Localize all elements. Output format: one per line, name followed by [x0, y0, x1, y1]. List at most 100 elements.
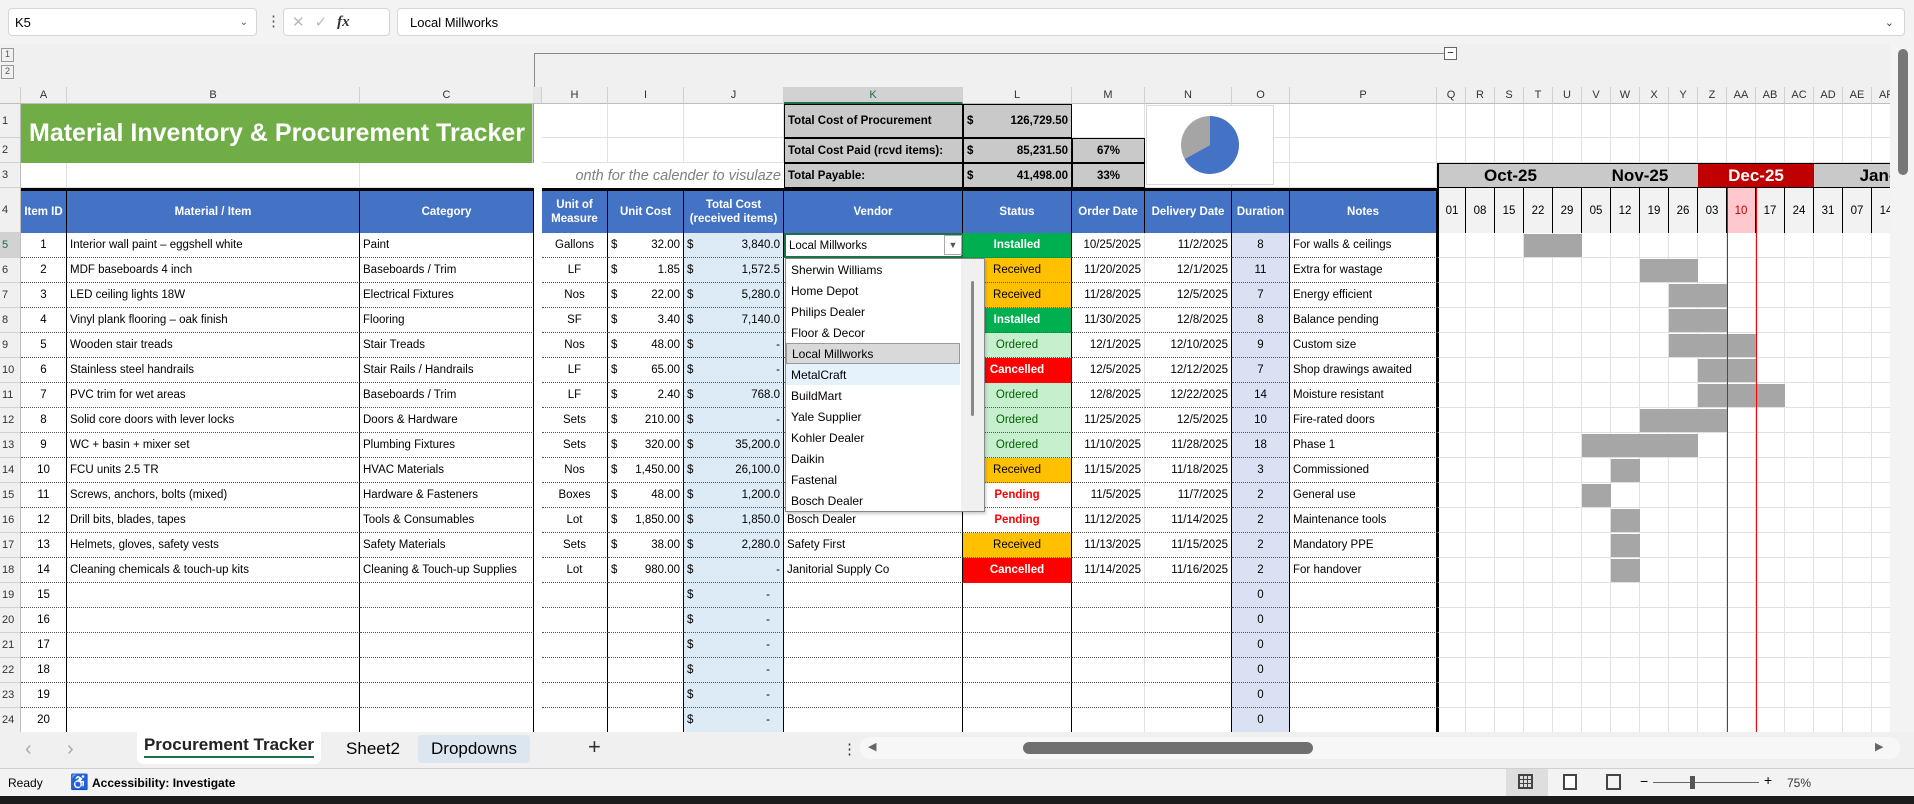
- empty-cell[interactable]: [1072, 633, 1145, 658]
- collapse-group-button[interactable]: −: [1444, 47, 1457, 60]
- gantt-cell[interactable]: [1669, 458, 1698, 483]
- uom-cell[interactable]: Lot: [542, 508, 608, 533]
- delivery-date-cell[interactable]: 12/8/2025: [1145, 308, 1232, 333]
- order-date-cell[interactable]: 12/8/2025: [1072, 383, 1145, 408]
- gantt-cell[interactable]: [1553, 408, 1582, 433]
- header-notes[interactable]: Notes: [1290, 188, 1437, 233]
- gantt-cell[interactable]: [1669, 483, 1698, 508]
- gantt-cell[interactable]: [1814, 533, 1843, 558]
- gantt-cell[interactable]: [1524, 258, 1553, 283]
- header-order-date[interactable]: Order Date: [1072, 188, 1145, 233]
- total-cost-cell[interactable]: $ -: [684, 608, 784, 633]
- grid-cell[interactable]: [1524, 104, 1553, 138]
- gantt-cell[interactable]: [1466, 383, 1495, 408]
- gantt-cell[interactable]: [1495, 258, 1524, 283]
- grid-cell[interactable]: [1437, 138, 1466, 163]
- column-header-q[interactable]: Q: [1437, 87, 1466, 104]
- empty-cell[interactable]: [67, 583, 360, 608]
- gantt-cell[interactable]: [1582, 633, 1611, 658]
- empty-cell[interactable]: [1290, 633, 1437, 658]
- total-cost-cell[interactable]: $1,850.0: [684, 508, 784, 533]
- row-header[interactable]: 8: [0, 308, 21, 333]
- gantt-cell[interactable]: [1727, 533, 1756, 558]
- gantt-cell[interactable]: [1698, 258, 1727, 283]
- gantt-cell[interactable]: [1495, 558, 1524, 583]
- duration-cell[interactable]: 0: [1232, 683, 1290, 708]
- unit-cost-cell[interactable]: $1,850.00: [608, 508, 684, 533]
- empty-cell[interactable]: [963, 658, 1072, 683]
- category-cell[interactable]: Tools & Consumables: [360, 508, 534, 533]
- unit-cost-cell[interactable]: $980.00: [608, 558, 684, 583]
- gantt-cell[interactable]: [1466, 308, 1495, 333]
- item-id[interactable]: 14: [21, 558, 67, 583]
- name-box[interactable]: K5 ⌄: [8, 8, 257, 36]
- category-cell[interactable]: Flooring: [360, 308, 534, 333]
- row-header[interactable]: 23: [0, 683, 21, 708]
- delivery-date-cell[interactable]: 11/14/2025: [1145, 508, 1232, 533]
- gantt-cell[interactable]: [1466, 458, 1495, 483]
- gantt-cell[interactable]: [1553, 433, 1582, 458]
- gantt-cell[interactable]: [1437, 533, 1466, 558]
- vendor-option[interactable]: BuildMart: [786, 385, 960, 406]
- formula-input[interactable]: Local Millworks ⌄: [397, 8, 1905, 36]
- empty-cell[interactable]: [67, 658, 360, 683]
- row-header[interactable]: 20: [0, 608, 21, 633]
- gantt-cell[interactable]: [1669, 683, 1698, 708]
- gantt-cell[interactable]: [1814, 383, 1843, 408]
- gantt-cell[interactable]: [1669, 608, 1698, 633]
- gantt-cell[interactable]: [1698, 583, 1727, 608]
- gantt-cell[interactable]: [1524, 658, 1553, 683]
- gantt-cell[interactable]: [1727, 258, 1756, 283]
- unit-cost-cell[interactable]: $22.00: [608, 283, 684, 308]
- unit-cost-cell[interactable]: $48.00: [608, 333, 684, 358]
- column-header-u[interactable]: U: [1553, 87, 1582, 104]
- horizontal-scrollbar[interactable]: ◀ ▶: [860, 737, 1900, 759]
- gantt-cell[interactable]: [1553, 358, 1582, 383]
- gantt-cell[interactable]: [1843, 658, 1872, 683]
- gantt-cell[interactable]: [1785, 233, 1814, 258]
- empty-cell[interactable]: [67, 708, 360, 732]
- grid-cell[interactable]: [1582, 104, 1611, 138]
- delivery-date-cell[interactable]: 12/22/2025: [1145, 383, 1232, 408]
- column-header-ac[interactable]: AC: [1785, 87, 1814, 104]
- grid-cell[interactable]: [1640, 138, 1669, 163]
- gantt-cell[interactable]: [1814, 658, 1843, 683]
- material-cell[interactable]: Screws, anchors, bolts (mixed): [67, 483, 360, 508]
- uom-cell[interactable]: Nos: [542, 333, 608, 358]
- row-header[interactable]: 3: [0, 163, 21, 188]
- gantt-cell[interactable]: [1698, 608, 1727, 633]
- empty-cell[interactable]: [1290, 658, 1437, 683]
- gantt-cell[interactable]: [1756, 658, 1785, 683]
- category-cell[interactable]: Plumbing Fixtures: [360, 433, 534, 458]
- unit-cost-cell[interactable]: $38.00: [608, 533, 684, 558]
- delivery-date-cell[interactable]: 12/5/2025: [1145, 408, 1232, 433]
- material-cell[interactable]: Stainless steel handrails: [67, 358, 360, 383]
- gantt-cell[interactable]: [1582, 683, 1611, 708]
- notes-cell[interactable]: Energy efficient: [1290, 283, 1437, 308]
- empty-cell[interactable]: [1072, 683, 1145, 708]
- gantt-cell[interactable]: [1872, 308, 1890, 333]
- total-cost-cell[interactable]: $35,200.0: [684, 433, 784, 458]
- gantt-cell[interactable]: [1756, 233, 1785, 258]
- uom-cell[interactable]: Sets: [542, 433, 608, 458]
- duration-cell[interactable]: 0: [1232, 658, 1290, 683]
- column-header-k[interactable]: K: [784, 87, 963, 104]
- gantt-cell[interactable]: [1437, 358, 1466, 383]
- gantt-cell[interactable]: [1611, 683, 1640, 708]
- material-cell[interactable]: Wooden stair treads: [67, 333, 360, 358]
- order-date-cell[interactable]: 11/12/2025: [1072, 508, 1145, 533]
- empty-cell[interactable]: [542, 683, 608, 708]
- gantt-cell[interactable]: [1437, 633, 1466, 658]
- gantt-cell[interactable]: [1437, 683, 1466, 708]
- gantt-cell[interactable]: [1698, 483, 1727, 508]
- item-id[interactable]: 18: [21, 658, 67, 683]
- notes-cell[interactable]: For walls & ceilings: [1290, 233, 1437, 258]
- gantt-cell[interactable]: [1698, 558, 1727, 583]
- gantt-cell[interactable]: [1698, 533, 1727, 558]
- column-header-j[interactable]: J: [684, 87, 784, 104]
- grid-cell[interactable]: [1669, 138, 1698, 163]
- row-header[interactable]: 9: [0, 333, 21, 358]
- gantt-cell[interactable]: [1814, 308, 1843, 333]
- gantt-cell[interactable]: [1437, 408, 1466, 433]
- empty-cell[interactable]: [360, 683, 534, 708]
